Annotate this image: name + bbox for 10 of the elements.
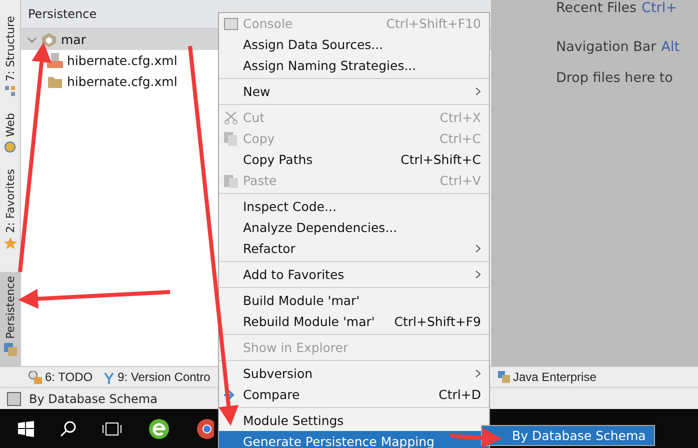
tree-label: hibernate.cfg.xml bbox=[67, 53, 178, 68]
tree-label: hibernate.cfg.xml bbox=[67, 74, 178, 89]
hint-text: Recent Files bbox=[556, 0, 637, 16]
hint-text: Drop files here to bbox=[556, 70, 673, 86]
status-text: By Database Schema bbox=[29, 392, 158, 406]
panel-title: Persistence bbox=[28, 7, 97, 21]
shortcut-text: Ctrl+ bbox=[642, 0, 677, 16]
hint-text: Navigation Bar bbox=[556, 39, 656, 55]
shortcut-text: Alt bbox=[661, 39, 680, 55]
tree-label: mar bbox=[61, 32, 86, 47]
